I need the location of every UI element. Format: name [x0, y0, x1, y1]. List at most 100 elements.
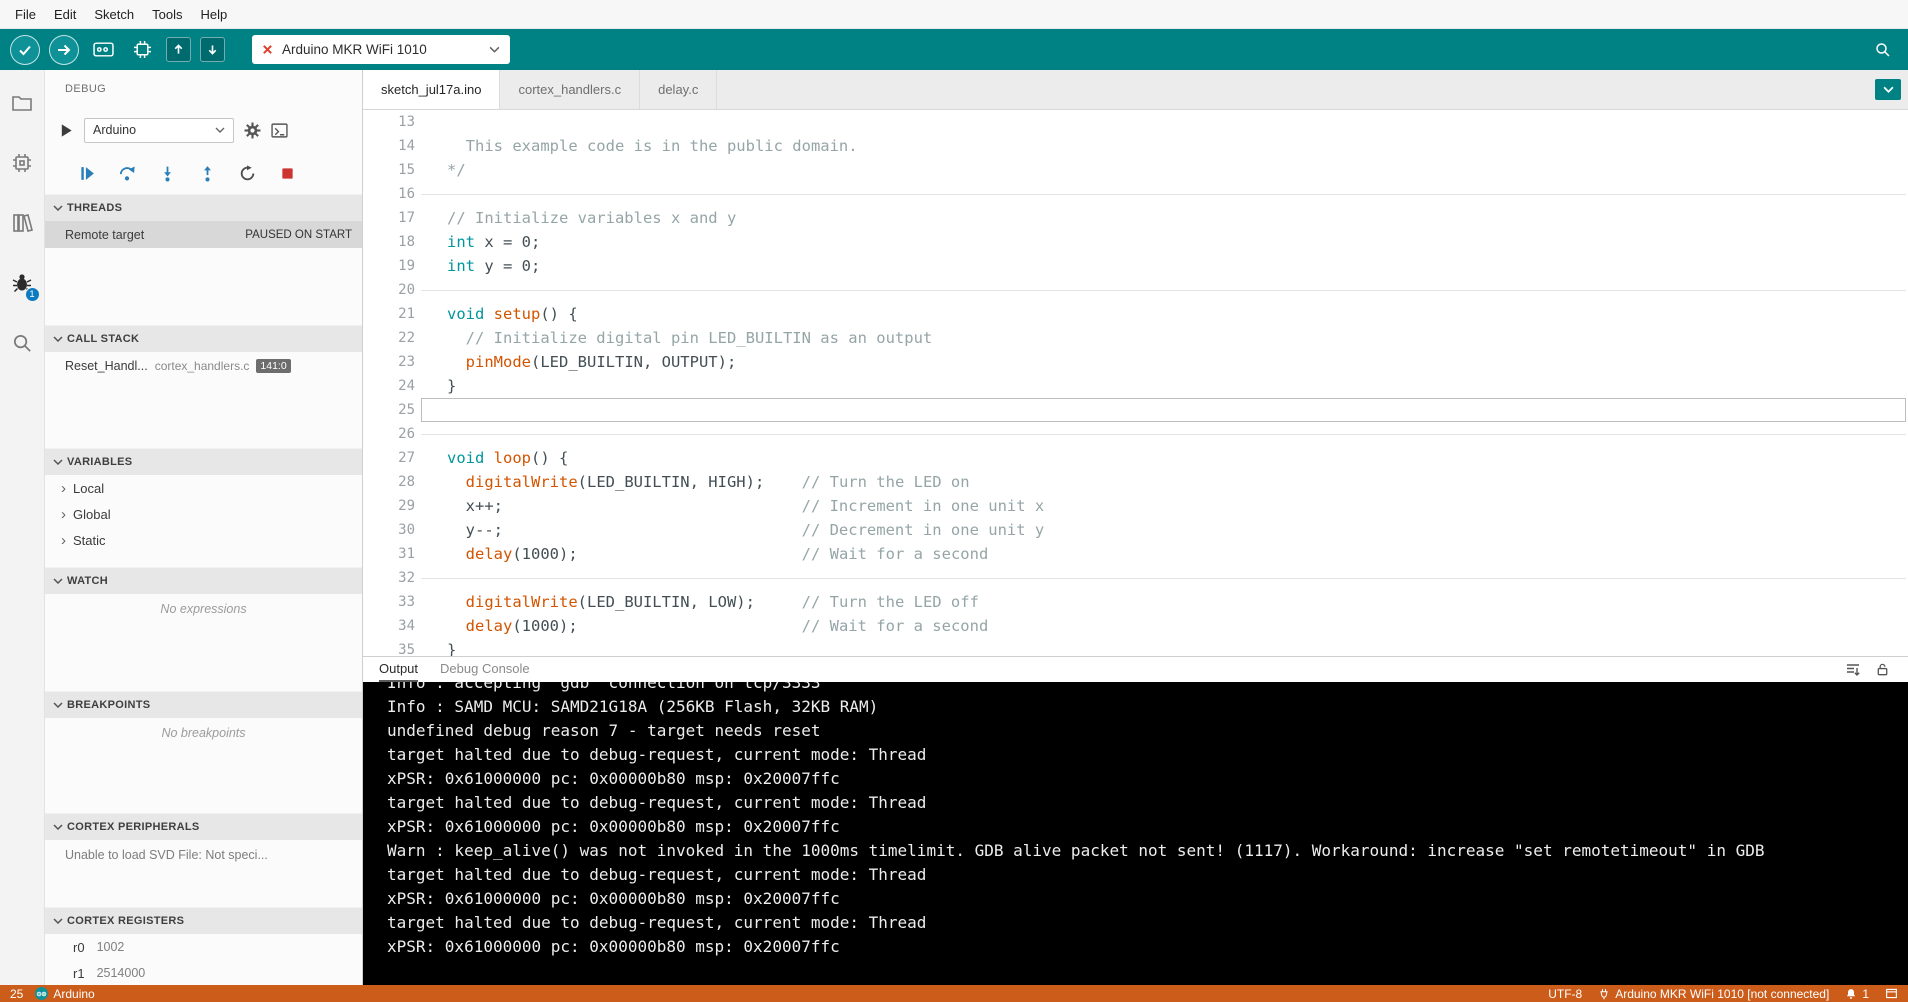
notifications-indicator[interactable]: 1 — [1845, 987, 1869, 1001]
tab-delay.c[interactable]: delay.c — [640, 70, 717, 109]
section-breakpoints-header[interactable]: BREAKPOINTS — [45, 691, 362, 718]
code-line-29[interactable]: 29 x++; // Increment in one unit x — [363, 494, 1908, 518]
line-number[interactable]: 15 — [363, 158, 415, 182]
code-line-28[interactable]: 28 digitalWrite(LED_BUILTIN, HIGH); // T… — [363, 470, 1908, 494]
line-number[interactable]: 17 — [363, 206, 415, 230]
line-number[interactable]: 28 — [363, 470, 415, 494]
tab-sketch_jul17a.ino[interactable]: sketch_jul17a.ino — [363, 70, 500, 109]
lock-icon[interactable] — [1875, 662, 1890, 678]
step-into-button[interactable] — [157, 163, 177, 183]
line-number[interactable]: 19 — [363, 254, 415, 278]
line-number[interactable]: 14 — [363, 134, 415, 158]
line-number[interactable]: 24 — [363, 374, 415, 398]
section-threads-header[interactable]: THREADS — [45, 194, 362, 221]
section-callstack-header[interactable]: CALL STACK — [45, 325, 362, 352]
code-line-30[interactable]: 30 y--; // Decrement in one unit y — [363, 518, 1908, 542]
register-row-r1[interactable]: r12514000 — [45, 960, 362, 985]
tab-list-dropdown-button[interactable] — [1875, 79, 1901, 100]
sidebar-item-debug[interactable]: 1 — [0, 268, 45, 298]
code-line-34[interactable]: 34 delay(1000); // Wait for a second — [363, 614, 1908, 638]
line-number[interactable]: 32 — [363, 566, 415, 590]
line-number[interactable]: 31 — [363, 542, 415, 566]
output-tab-debug-console[interactable]: Debug Console — [440, 657, 530, 682]
line-number[interactable]: 27 — [363, 446, 415, 470]
menu-sketch[interactable]: Sketch — [85, 7, 143, 22]
cursor-line-indicator[interactable]: 25 — [10, 987, 23, 1001]
code-line-22[interactable]: 22 // Initialize digital pin LED_BUILTIN… — [363, 326, 1908, 350]
section-registers-header[interactable]: CORTEX REGISTERS — [45, 907, 362, 934]
variables-scope-global[interactable]: ›Global — [45, 501, 362, 527]
code-line-25[interactable]: 25 — [363, 398, 1908, 422]
sidebar-item-search[interactable] — [0, 328, 45, 358]
tab-cortex_handlers.c[interactable]: cortex_handlers.c — [500, 70, 640, 109]
output-tab-output[interactable]: Output — [379, 657, 418, 682]
stack-frame-row[interactable]: Reset_Handl... cortex_handlers.c 141:0 — [45, 352, 362, 379]
verify-button[interactable] — [10, 35, 40, 65]
sidebar-item-sketchbook[interactable] — [0, 88, 45, 118]
debug-console-icon[interactable] — [271, 122, 288, 139]
line-number[interactable]: 29 — [363, 494, 415, 518]
line-number[interactable]: 18 — [363, 230, 415, 254]
line-number[interactable]: 35 — [363, 638, 415, 656]
import-binary-button[interactable] — [200, 37, 225, 62]
section-watch-header[interactable]: WATCH — [45, 567, 362, 594]
register-row-r0[interactable]: r01002 — [45, 934, 362, 960]
line-number[interactable]: 20 — [363, 278, 415, 302]
board-selector[interactable]: Arduino MKR WiFi 1010 — [252, 35, 510, 64]
code-line-20[interactable]: 20 — [363, 278, 1908, 302]
line-number[interactable]: 25 — [363, 398, 415, 422]
code-line-19[interactable]: 19int y = 0; — [363, 254, 1908, 278]
panel-toggle-button[interactable] — [1885, 987, 1898, 1000]
line-number[interactable]: 26 — [363, 422, 415, 446]
sidebar-item-library-manager[interactable] — [0, 208, 45, 238]
step-out-button[interactable] — [197, 163, 217, 183]
section-variables-header[interactable]: VARIABLES — [45, 448, 362, 475]
output-console[interactable]: Info : accepting 'gdb' connection on tcp… — [363, 682, 1908, 985]
code-line-33[interactable]: 33 digitalWrite(LED_BUILTIN, LOW); // Tu… — [363, 590, 1908, 614]
code-line-26[interactable]: 26 — [363, 422, 1908, 446]
code-line-23[interactable]: 23 pinMode(LED_BUILTIN, OUTPUT); — [363, 350, 1908, 374]
code-line-35[interactable]: 35} — [363, 638, 1908, 656]
code-line-17[interactable]: 17// Initialize variables x and y — [363, 206, 1908, 230]
variables-scope-static[interactable]: ›Static — [45, 527, 362, 553]
start-debug-icon[interactable] — [59, 123, 74, 138]
menu-help[interactable]: Help — [191, 7, 236, 22]
variables-scope-local[interactable]: ›Local — [45, 475, 362, 501]
code-line-21[interactable]: 21void setup() { — [363, 302, 1908, 326]
autoscroll-icon[interactable] — [1845, 662, 1861, 678]
section-peripherals-header[interactable]: CORTEX PERIPHERALS — [45, 813, 362, 840]
code-line-16[interactable]: 16 — [363, 182, 1908, 206]
gear-icon[interactable] — [244, 122, 261, 139]
step-over-button[interactable] — [117, 163, 137, 183]
serial-monitor-button[interactable] — [1868, 35, 1898, 65]
restart-button[interactable] — [237, 163, 257, 183]
line-number[interactable]: 16 — [363, 182, 415, 206]
code-line-27[interactable]: 27void loop() { — [363, 446, 1908, 470]
code-line-24[interactable]: 24} — [363, 374, 1908, 398]
code-line-15[interactable]: 15*/ — [363, 158, 1908, 182]
thread-row[interactable]: Remote target PAUSED ON START — [45, 221, 362, 248]
code-line-14[interactable]: 14 This example code is in the public do… — [363, 134, 1908, 158]
code-line-31[interactable]: 31 delay(1000); // Wait for a second — [363, 542, 1908, 566]
line-number[interactable]: 34 — [363, 614, 415, 638]
encoding-indicator[interactable]: UTF-8 — [1548, 987, 1582, 1001]
stop-button[interactable] — [277, 163, 297, 183]
menu-edit[interactable]: Edit — [45, 7, 85, 22]
menu-tools[interactable]: Tools — [143, 7, 191, 22]
code-line-13[interactable]: 13 — [363, 110, 1908, 134]
upload-button[interactable] — [49, 35, 79, 65]
debug-config-select[interactable]: Arduino — [84, 118, 234, 143]
editor-code[interactable]: 1314 This example code is in the public … — [363, 110, 1908, 656]
line-number[interactable]: 30 — [363, 518, 415, 542]
menu-file[interactable]: File — [6, 7, 45, 22]
debug-button[interactable] — [88, 35, 118, 65]
board-connection-indicator[interactable]: Arduino MKR WiFi 1010 [not connected] — [1598, 987, 1829, 1001]
code-line-18[interactable]: 18int x = 0; — [363, 230, 1908, 254]
sidebar-item-boards-manager[interactable] — [0, 148, 45, 178]
line-number[interactable]: 21 — [363, 302, 415, 326]
code-line-32[interactable]: 32 — [363, 566, 1908, 590]
line-number[interactable]: 22 — [363, 326, 415, 350]
line-number[interactable]: 33 — [363, 590, 415, 614]
programmer-button[interactable] — [127, 35, 157, 65]
debug-session-indicator[interactable]: Arduino — [35, 987, 94, 1001]
